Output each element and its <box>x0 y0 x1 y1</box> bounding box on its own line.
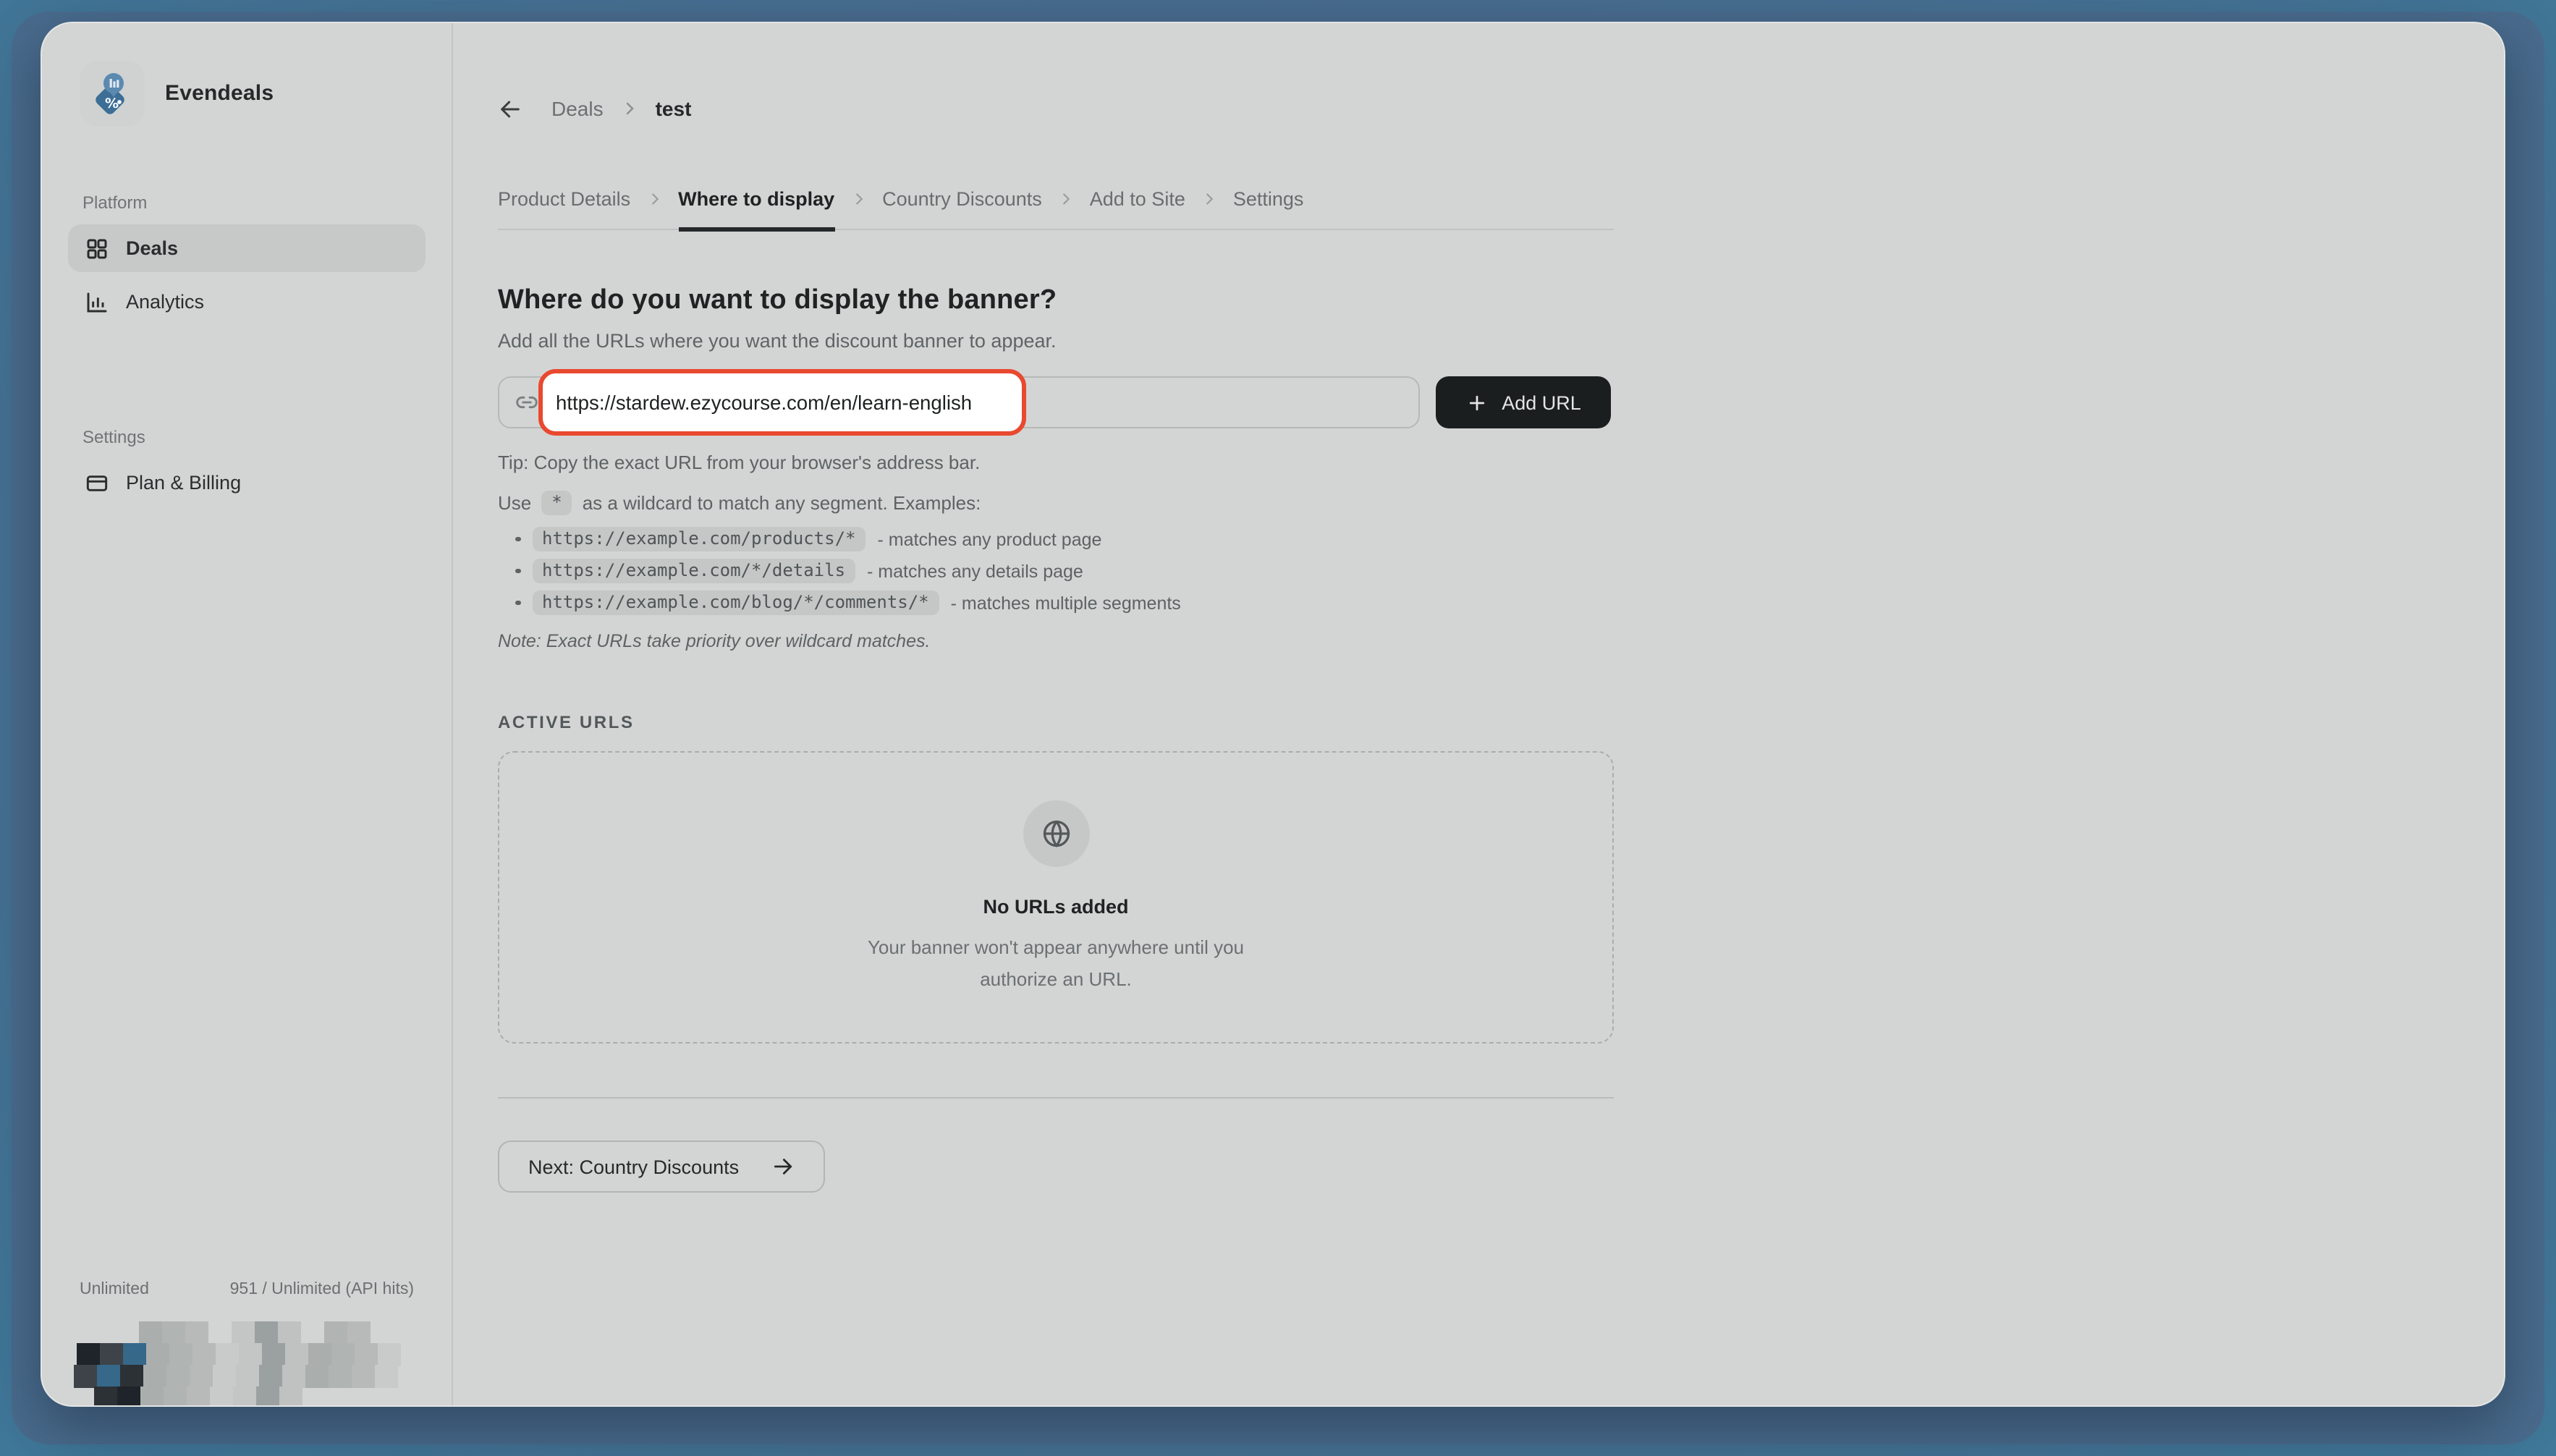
sidebar-item-plan-billing[interactable]: Plan & Billing <box>68 459 426 507</box>
chevron-right-icon <box>850 191 866 207</box>
arrow-right-icon <box>771 1155 794 1178</box>
price-tag-percent-pin-icon: % <box>88 69 137 118</box>
bullet-icon <box>515 537 520 542</box>
usage-row: Unlimited 951 / Unlimited (API hits) <box>68 1281 426 1298</box>
globe-icon-circle <box>1023 800 1089 867</box>
sidebar-item-deals[interactable]: Deals <box>68 224 426 272</box>
next-step-label: Next: Country Discounts <box>528 1156 739 1177</box>
example-pattern: https://example.com/blog/*/comments/* <box>532 591 939 615</box>
page-title: Where do you want to display the banner? <box>498 285 1614 317</box>
empty-state-description: Your banner won't appear anywhere until … <box>868 932 1244 994</box>
tab-product-details[interactable]: Product Details <box>498 169 630 229</box>
sidebar-item-analytics[interactable]: Analytics <box>68 278 426 326</box>
sidebar-section-settings: Settings <box>82 427 426 447</box>
step-tabs: Product Details Where to display Country… <box>498 169 1614 230</box>
example-description: - matches any details page <box>867 561 1083 581</box>
bar-chart-icon <box>85 290 109 313</box>
grid-icon <box>85 237 109 260</box>
wildcard-suffix: as a wildcard to match any segment. Exam… <box>583 492 981 514</box>
example-pattern: https://example.com/products/* <box>532 527 866 551</box>
sidebar-section-platform: Platform <box>82 192 426 213</box>
example-item: https://example.com/*/details - matches … <box>515 559 1614 583</box>
breadcrumb-current: test <box>656 97 692 120</box>
tab-add-to-site[interactable]: Add to Site <box>1090 169 1185 229</box>
add-url-button[interactable]: Add URL <box>1436 376 1611 428</box>
active-urls-empty-state: No URLs added Your banner won't appear a… <box>498 751 1614 1044</box>
empty-line2: authorize an URL. <box>980 968 1132 989</box>
plan-badge: Unlimited <box>80 1281 149 1298</box>
api-hits: 951 / Unlimited (API hits) <box>230 1281 414 1298</box>
link-icon <box>515 391 538 414</box>
app-window: % Evendeals Platform <box>41 22 2505 1407</box>
sidebar-item-label: Plan & Billing <box>126 472 241 494</box>
redacted-user-info[interactable] <box>69 1321 405 1407</box>
note-text: Note: Exact URLs take priority over wild… <box>498 631 1614 651</box>
bullet-icon <box>515 601 520 606</box>
tab-country-discounts[interactable]: Country Discounts <box>882 169 1042 229</box>
example-description: - matches multiple segments <box>951 593 1181 613</box>
chevron-right-icon <box>1058 191 1074 207</box>
arrow-left-icon <box>498 96 522 121</box>
credit-card-icon <box>85 471 109 494</box>
page-subtitle: Add all the URLs where you want the disc… <box>498 330 1614 352</box>
example-item: https://example.com/blog/*/comments/* - … <box>515 591 1614 615</box>
bullet-icon <box>515 569 520 574</box>
example-item: https://example.com/products/* - matches… <box>515 527 1614 551</box>
wildcard-symbol-chip: * <box>541 491 572 515</box>
tab-where-to-display[interactable]: Where to display <box>678 169 834 229</box>
chevron-right-icon <box>1201 191 1217 207</box>
add-url-label: Add URL <box>1502 391 1581 413</box>
divider <box>498 1097 1614 1099</box>
sidebar-item-label: Deals <box>126 237 178 259</box>
tab-settings[interactable]: Settings <box>1233 169 1304 229</box>
example-pattern: https://example.com/*/details <box>532 559 855 583</box>
tip-text: Tip: Copy the exact URL from your browse… <box>498 452 1614 473</box>
svg-text:%: % <box>104 95 118 111</box>
desktop: % Evendeals Platform <box>0 0 2556 1456</box>
plus-icon <box>1465 391 1487 413</box>
brand-name: Evendeals <box>165 81 274 106</box>
example-description: - matches any product page <box>878 529 1102 549</box>
sidebar-item-label: Analytics <box>126 291 204 313</box>
empty-line1: Your banner won't appear anywhere until … <box>868 936 1244 958</box>
back-button[interactable] <box>498 96 522 121</box>
url-entry-row: https://stardew.ezycourse.com/en/learn-e… <box>498 376 1614 428</box>
wildcard-intro: Use * as a wildcard to match any segment… <box>498 491 1614 515</box>
empty-state-title: No URLs added <box>983 896 1128 918</box>
chevron-right-icon <box>646 191 662 207</box>
active-urls-heading: ACTIVE URLS <box>498 712 1614 732</box>
main-content: Deals test Product Details Where to disp… <box>453 23 2504 1405</box>
chevron-right-icon <box>621 100 638 117</box>
brand-logo: % <box>80 61 145 126</box>
breadcrumb: Deals test <box>498 96 1614 122</box>
wildcard-examples: https://example.com/products/* - matches… <box>498 527 1614 615</box>
next-step-button[interactable]: Next: Country Discounts <box>498 1140 824 1193</box>
sidebar: % Evendeals Platform <box>42 23 453 1405</box>
url-highlight-annotation[interactable]: https://stardew.ezycourse.com/en/learn-e… <box>538 369 1026 436</box>
wildcard-prefix: Use <box>498 492 531 514</box>
globe-icon <box>1040 818 1072 850</box>
brand: % Evendeals <box>80 61 426 126</box>
breadcrumb-parent[interactable]: Deals <box>551 97 604 120</box>
